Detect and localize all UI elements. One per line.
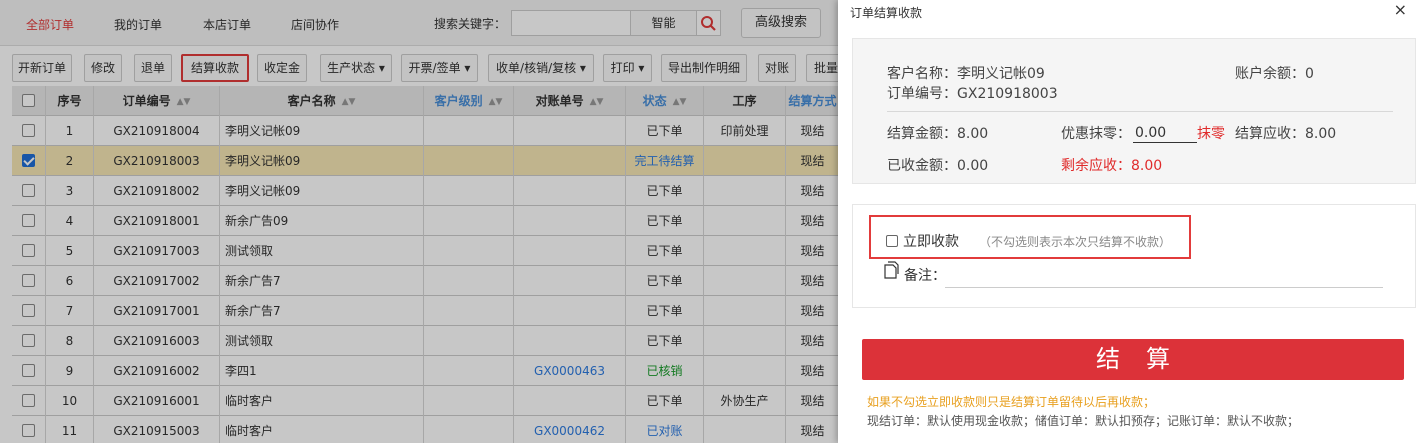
customer-name: 客户名称：李明义记帐09 <box>887 66 1045 82</box>
settle-collect-drawer: 订单结算收款 × 客户名称：李明义记帐09 账户余额：0 订单编号：GX2109… <box>838 0 1417 443</box>
settle-button[interactable]: 结算 <box>862 339 1404 380</box>
discount-label: 优惠抹零： <box>1061 126 1131 142</box>
tip-collect-later: 如果不勾选立即收款则只是结算订单留待以后再收款； <box>867 395 1156 409</box>
collect-options: 立即收款 （不勾选则表示本次只结算不收款） 备注： <box>852 204 1416 308</box>
tip-default-payment: 现结订单：默认使用现金收款；储值订单：默认扣预存；记账订单：默认不收款； <box>867 414 1300 428</box>
remark-label: 备注： <box>904 268 946 284</box>
settlement-summary: 客户名称：李明义记帐09 账户余额：0 订单编号：GX210918003 结算金… <box>852 38 1416 184</box>
received-amount: 已收金额：0.00 <box>887 158 989 174</box>
close-icon[interactable]: × <box>1394 0 1407 19</box>
collect-now-hint: （不勾选则表示本次只结算不收款） <box>979 235 1172 249</box>
order-number: 订单编号：GX210918003 <box>887 86 1058 102</box>
remark-input[interactable] <box>945 287 1383 288</box>
divider <box>887 111 1393 112</box>
discount-input[interactable] <box>1133 123 1197 143</box>
settle-receivable: 结算应收：8.00 <box>1235 126 1337 142</box>
settle-amount: 结算金额：8.00 <box>887 126 989 142</box>
account-balance: 账户余额：0 <box>1235 66 1314 82</box>
note-icon <box>884 261 899 279</box>
collect-now-label[interactable]: 立即收款 <box>903 231 959 251</box>
collect-now-checkbox[interactable] <box>886 235 898 247</box>
remaining-receivable: 剩余应收：8.00 <box>1061 158 1163 174</box>
drawer-title: 订单结算收款 <box>850 6 923 20</box>
round-off-link[interactable]: 抹零 <box>1197 123 1225 143</box>
